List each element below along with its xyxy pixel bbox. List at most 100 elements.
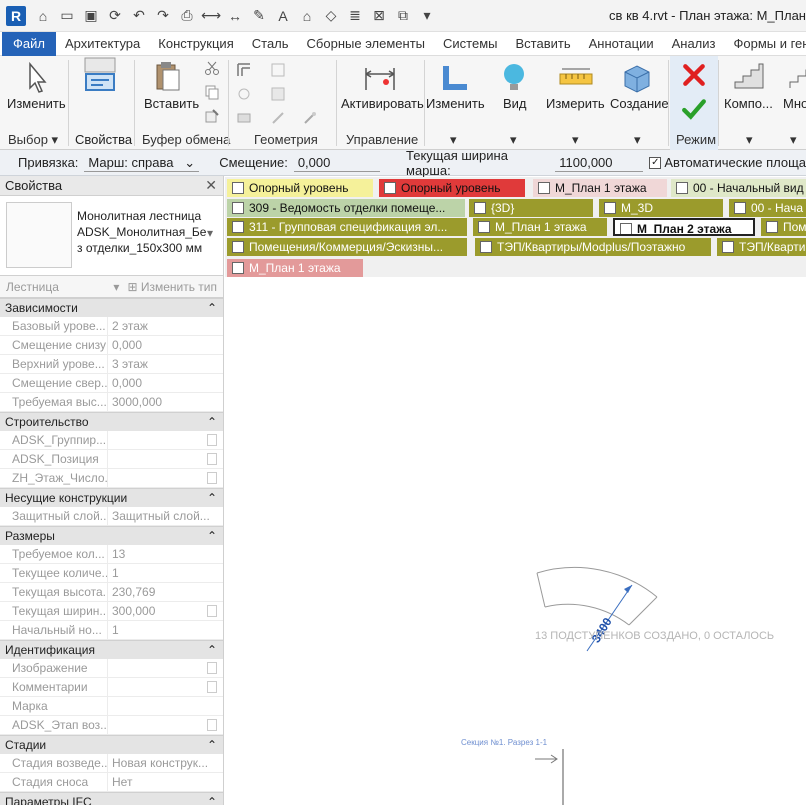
- property-field-box[interactable]: [207, 472, 217, 484]
- 3d-view-icon[interactable]: ⌂: [296, 5, 318, 27]
- property-value[interactable]: Новая конструк...: [107, 753, 223, 773]
- app-logo[interactable]: R: [6, 5, 26, 26]
- wand-icon[interactable]: [302, 110, 318, 126]
- view-tab[interactable]: М_3D: [599, 199, 723, 217]
- view-tab[interactable]: Пом: [761, 218, 806, 236]
- auto-landing-checkbox[interactable]: ✓ Автоматические площа: [649, 155, 806, 170]
- view-tab[interactable]: {3D}: [469, 199, 593, 217]
- dimension-icon[interactable]: ↔: [224, 5, 246, 27]
- copy-icon[interactable]: [204, 84, 220, 100]
- property-value[interactable]: 1: [107, 563, 223, 583]
- view-dropdown[interactable]: ▾: [510, 132, 517, 148]
- multistory-dropdown[interactable]: ▾: [790, 132, 797, 148]
- tab-structure[interactable]: Конструкция: [149, 32, 242, 56]
- view-tab[interactable]: 00 - Начальный вид: [671, 179, 806, 197]
- edit-type-button[interactable]: ⊞ Изменить тип: [127, 280, 217, 294]
- finish-edit-icon[interactable]: [681, 96, 707, 122]
- view-tab[interactable]: М_План 1 этажа: [227, 259, 363, 277]
- close-icon[interactable]: ✕: [205, 177, 217, 194]
- collapse-icon[interactable]: ⌃: [207, 738, 217, 752]
- chevron-down-icon[interactable]: ▾: [207, 226, 213, 240]
- property-value[interactable]: Защитный слой...: [107, 506, 223, 526]
- property-value[interactable]: Нет: [107, 772, 223, 792]
- cut-geometry-icon[interactable]: [270, 62, 286, 78]
- section-dimensions[interactable]: Размеры ⌃: [0, 526, 223, 545]
- property-value[interactable]: [107, 658, 207, 678]
- view-tab[interactable]: ТЭП/Квартиры/Modplus/Поэтажно: [475, 238, 711, 256]
- sync-icon[interactable]: ⟳: [104, 5, 126, 27]
- measure-icon[interactable]: ⟷: [200, 5, 222, 27]
- tab-architecture[interactable]: Архитектура: [56, 32, 149, 56]
- create-dropdown[interactable]: ▾: [634, 132, 641, 148]
- width-input[interactable]: 1100,000: [555, 154, 644, 172]
- property-value[interactable]: [107, 677, 207, 697]
- wall-joins-icon[interactable]: [236, 86, 252, 102]
- property-field-box[interactable]: [207, 719, 217, 731]
- property-value[interactable]: 0,000: [107, 335, 223, 355]
- property-field-box[interactable]: [207, 434, 217, 446]
- home-icon[interactable]: ⌂: [32, 5, 54, 27]
- cut-icon[interactable]: [204, 60, 220, 76]
- view-tab[interactable]: Опорный уровень: [227, 179, 373, 197]
- view-tab[interactable]: М_План 1 этажа: [533, 179, 667, 197]
- view-tab[interactable]: ТЭП/Квартир: [717, 238, 806, 256]
- properties-button[interactable]: Свойства: [72, 56, 132, 150]
- property-value[interactable]: [107, 696, 223, 716]
- view-tab[interactable]: М_План 1 этажа: [473, 218, 607, 236]
- offset-input[interactable]: 0,000: [293, 154, 381, 172]
- cancel-edit-icon[interactable]: [681, 62, 707, 88]
- view-tab[interactable]: М_План 2 этажа: [613, 218, 755, 236]
- undo-icon[interactable]: ↶: [128, 5, 150, 27]
- property-field-box[interactable]: [207, 681, 217, 693]
- text-icon[interactable]: A: [272, 5, 294, 27]
- close-hidden-icon[interactable]: ⊠: [368, 5, 390, 27]
- collapse-icon[interactable]: ⌃: [207, 643, 217, 657]
- demolish-icon[interactable]: [270, 110, 286, 126]
- view-tab[interactable]: Помещения/Коммерция/Эскизны...: [227, 238, 467, 256]
- redo-icon[interactable]: ↷: [152, 5, 174, 27]
- type-selector[interactable]: Монолитная лестница ADSK_Монолитная_Бе з…: [0, 196, 223, 276]
- instance-filter[interactable]: Лестница ▾ ⊞ Изменить тип: [0, 276, 223, 298]
- property-value[interactable]: [107, 715, 207, 735]
- customize-icon[interactable]: ▾: [416, 5, 438, 27]
- save-icon[interactable]: ▣: [80, 5, 102, 27]
- print-icon[interactable]: ⎙: [176, 5, 198, 27]
- component-dropdown[interactable]: ▾: [746, 132, 753, 148]
- section-identity[interactable]: Идентификация ⌃: [0, 640, 223, 659]
- collapse-icon[interactable]: ⌃: [207, 795, 217, 805]
- property-value[interactable]: 0,000: [107, 373, 223, 393]
- property-value[interactable]: 3 этаж: [107, 354, 223, 374]
- view-tab[interactable]: 00 - Нача: [729, 199, 806, 217]
- tab-systems[interactable]: Системы: [434, 32, 506, 56]
- collapse-icon[interactable]: ⌃: [207, 301, 217, 315]
- property-value[interactable]: [107, 449, 207, 469]
- match-properties-icon[interactable]: [204, 108, 220, 124]
- tab-annotate[interactable]: Аннотации: [580, 32, 663, 56]
- property-value[interactable]: 2 этаж: [107, 316, 223, 336]
- view-tab[interactable]: Опорный уровень: [379, 179, 525, 197]
- section-construction[interactable]: Строительство ⌃: [0, 412, 223, 431]
- property-value[interactable]: [107, 430, 207, 450]
- edit-dropdown[interactable]: ▾: [450, 132, 457, 148]
- property-value[interactable]: 300,000: [107, 601, 207, 621]
- section-structural[interactable]: Несущие конструкции ⌃: [0, 488, 223, 507]
- tab-massing-site[interactable]: Формы и генплан: [724, 32, 806, 56]
- measure-dropdown[interactable]: ▾: [572, 132, 579, 148]
- tab-insert[interactable]: Вставить: [507, 32, 580, 56]
- tab-steel[interactable]: Сталь: [243, 32, 298, 56]
- tab-analyze[interactable]: Анализ: [663, 32, 725, 56]
- property-field-box[interactable]: [207, 605, 217, 617]
- property-field-box[interactable]: [207, 662, 217, 674]
- section-ifc[interactable]: Параметры IFC ⌃: [0, 792, 223, 805]
- property-value[interactable]: 3000,000: [107, 392, 223, 412]
- view-tab[interactable]: 311 - Групповая спецификация эл...: [227, 218, 467, 236]
- section-icon[interactable]: ◇: [320, 5, 342, 27]
- property-value[interactable]: 230,769: [107, 582, 223, 602]
- property-field-box[interactable]: [207, 453, 217, 465]
- collapse-icon[interactable]: ⌃: [207, 491, 217, 505]
- section-phasing[interactable]: Стадии ⌃: [0, 735, 223, 754]
- section-dependencies[interactable]: Зависимости ⌃: [0, 298, 223, 317]
- group-select[interactable]: Выбор ▾: [8, 132, 58, 148]
- property-value[interactable]: 13: [107, 544, 223, 564]
- drawing-area[interactable]: 3400 13 ПОДСТУПЕНКОВ СОЗДАНО, 0 ОСТАЛОСЬ…: [225, 277, 806, 805]
